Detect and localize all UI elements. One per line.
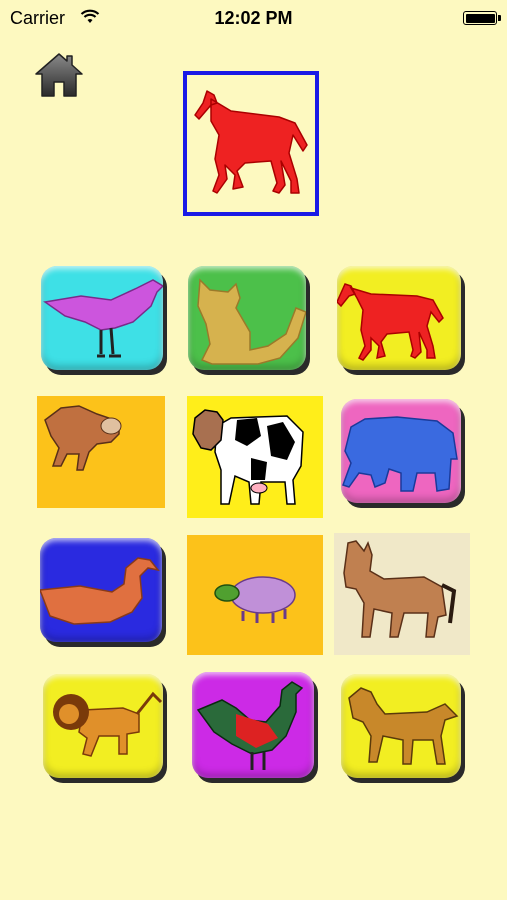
sheep-image [214,576,296,623]
tile-lion[interactable] [43,674,163,778]
bird-image [43,279,163,358]
tile-dog[interactable] [341,674,461,778]
cat-image [197,278,306,365]
dog-image [348,687,459,765]
rooster-image [196,681,304,770]
tile-rooster[interactable] [192,672,314,778]
lion-image [53,691,163,757]
cow-image [192,409,304,505]
target-horse-image [194,90,308,194]
tile-donkey[interactable] [334,533,470,655]
target-animal-frame [183,71,319,216]
tile-cat[interactable] [188,266,306,370]
tile-monkey[interactable] [37,396,165,508]
battery-icon [463,11,497,25]
tile-duck[interactable] [40,538,162,642]
status-bar: Carrier 12:02 PM [0,0,507,36]
battery-nub [498,15,501,21]
tile-horse[interactable] [337,266,461,370]
tile-cow[interactable] [187,396,323,518]
tile-sheep[interactable] [187,535,323,655]
monkey-image [44,405,122,471]
home-icon [35,53,83,97]
clock: 12:02 PM [214,8,293,28]
horse-image [337,283,444,361]
home-button[interactable] [32,48,86,100]
tile-bird[interactable] [41,266,163,370]
duck-image [40,557,160,625]
tile-elephant[interactable] [341,399,461,503]
elephant-image [342,416,458,492]
donkey-image [343,540,457,638]
